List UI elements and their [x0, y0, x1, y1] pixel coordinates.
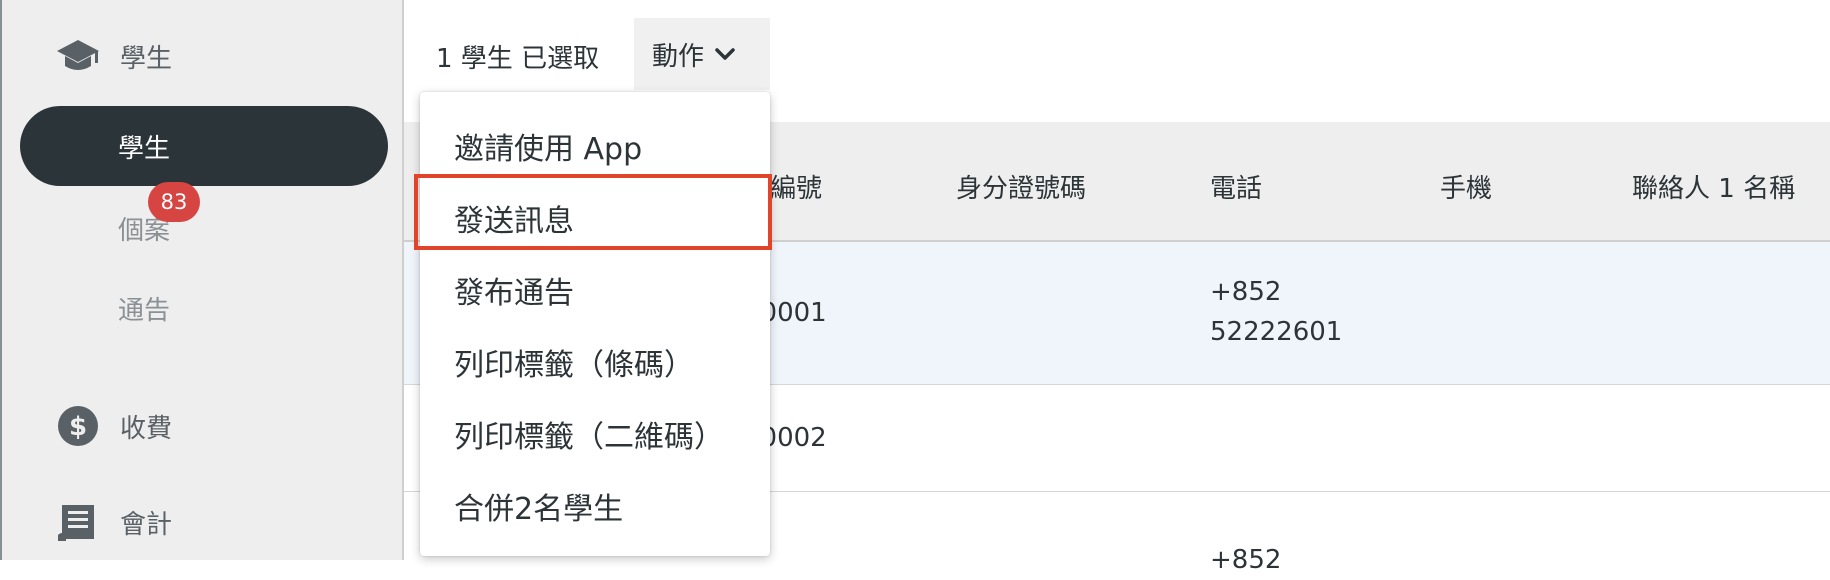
sidebar: 學生 學生 個案 83 通告 $ 收費 會計 [2, 0, 402, 560]
actions-dropdown-menu: 邀請使用 App 發送訊息 發布通告 列印標籤（條碼） 列印標籤（二維碼） 合併… [420, 92, 770, 556]
sidebar-item-notices[interactable]: 通告 [118, 290, 170, 327]
sidebar-item-students[interactable]: 學生 [20, 106, 388, 186]
svg-text:$: $ [69, 412, 87, 442]
phone-cell-line2: 52222601 [1210, 317, 1343, 347]
sidebar-section-fees[interactable]: $ 收費 [54, 402, 172, 450]
sidebar-section-students[interactable]: 學生 [54, 32, 172, 80]
menu-item-merge-students[interactable]: 合併2名學生 [454, 484, 623, 528]
phone-cell-line1: +852 [1210, 545, 1282, 575]
selection-count: 1 學生 已選取 [436, 44, 600, 74]
receipt-icon [54, 498, 102, 546]
actions-button-label: 動作 [652, 41, 705, 72]
menu-item-print-qr-labels[interactable]: 列印標籤（二維碼） [454, 412, 724, 456]
menu-item-print-barcode-labels[interactable]: 列印標籤（條碼） [454, 340, 694, 384]
notification-badge: 83 [148, 182, 200, 222]
column-header-phone[interactable]: 電話 [1210, 168, 1262, 205]
column-header-contact-name[interactable]: 聯絡人 1 名稱 [1632, 168, 1795, 205]
column-header-mobile[interactable]: 手機 [1440, 168, 1492, 205]
chevron-down-icon [715, 48, 735, 60]
column-header-id-number[interactable]: 身分證號碼 [956, 168, 1086, 205]
menu-item-publish-notice[interactable]: 發布通告 [454, 268, 574, 312]
sidebar-section-label: 學生 [120, 43, 173, 74]
sidebar-item-label: 學生 [118, 134, 171, 164]
graduation-cap-icon [54, 32, 102, 80]
sidebar-section-label: 收費 [120, 413, 173, 444]
actions-dropdown-button[interactable]: 動作 [634, 18, 770, 90]
phone-cell-line1: +852 [1210, 277, 1282, 307]
menu-item-invite-app[interactable]: 邀請使用 App [454, 124, 642, 168]
dollar-icon: $ [54, 402, 102, 450]
highlight-annotation [414, 174, 772, 250]
sidebar-section-accounting[interactable]: 會計 [54, 498, 172, 546]
sidebar-section-label: 會計 [120, 509, 173, 540]
